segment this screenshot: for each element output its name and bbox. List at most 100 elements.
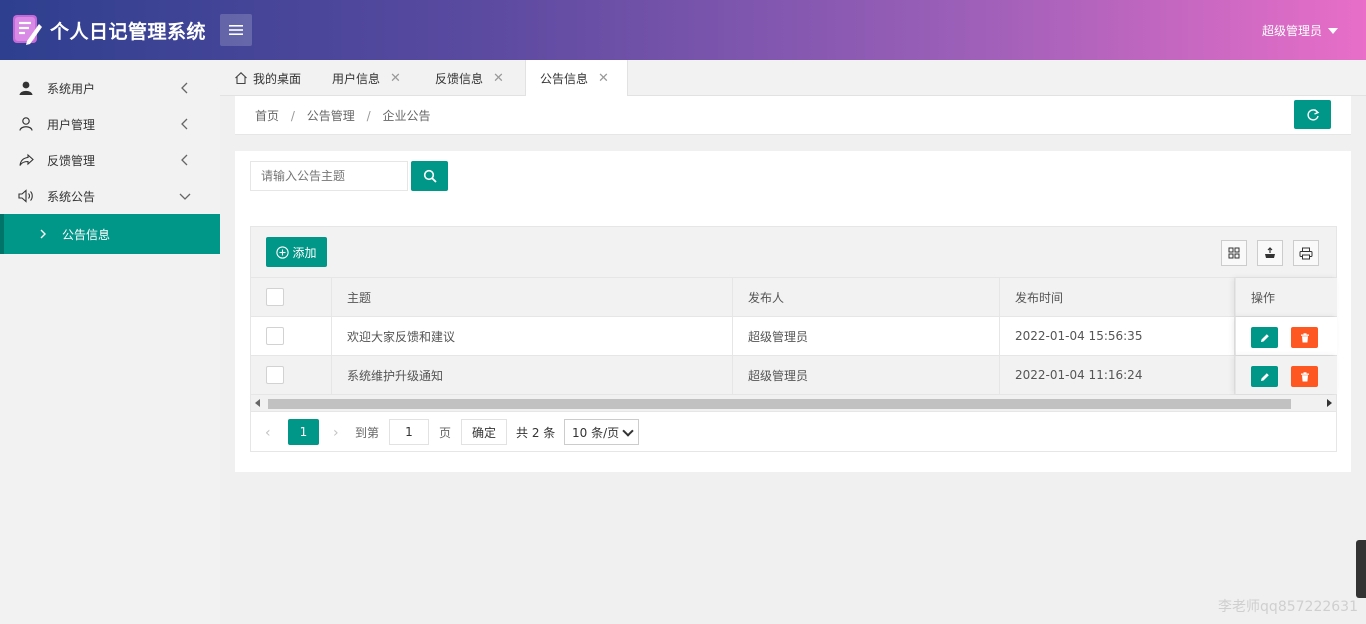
sidebar-item-system-users[interactable]: 系统用户 <box>0 70 220 106</box>
ops-cell <box>1235 356 1337 394</box>
column-header: 操作 <box>1236 278 1338 316</box>
close-icon[interactable]: ✕ <box>598 71 609 86</box>
column-header-label: 主题 <box>347 290 372 305</box>
refresh-button[interactable] <box>1294 100 1331 129</box>
trash-icon <box>1300 332 1309 342</box>
sidebar-item-user-management[interactable]: 用户管理 <box>0 106 220 142</box>
page-size-select[interactable]: 10 条/页 <box>564 419 639 445</box>
export-icon <box>1265 247 1275 258</box>
close-icon[interactable]: ✕ <box>390 71 401 86</box>
time-cell: 2022-01-04 15:56:35 <box>1000 317 1235 355</box>
prev-page-icon[interactable]: ‹ <box>265 425 271 441</box>
watermark: 李老师qq857222631 <box>1218 599 1358 615</box>
main-card: 添加 主题 发布人 发布时间 操作 欢迎大家反馈和建议 超级管理员 <box>235 151 1351 472</box>
menu-toggle-button[interactable] <box>220 14 252 46</box>
title-cell: 欢迎大家反馈和建议 <box>332 317 733 355</box>
refresh-icon <box>1306 108 1319 121</box>
search-icon <box>423 169 437 183</box>
caret-down-icon <box>1328 27 1338 34</box>
ops-cell <box>1235 317 1337 355</box>
search-input[interactable] <box>250 161 408 191</box>
publisher-cell: 超级管理员 <box>733 317 1000 355</box>
app-title: 个人日记管理系统 <box>50 21 207 43</box>
time-cell: 2022-01-04 11:16:24 <box>1000 356 1235 394</box>
chevron-down-icon <box>179 193 191 200</box>
ops-column-header: 操作 <box>1235 278 1337 316</box>
tab-my-desktop[interactable]: 我的桌面 <box>234 60 301 96</box>
sidebar-subitem-label: 公告信息 <box>62 227 111 242</box>
row-checkbox[interactable] <box>266 327 284 345</box>
search-button[interactable] <box>411 161 448 191</box>
table-row: 欢迎大家反馈和建议 超级管理员 2022-01-04 15:56:35 <box>251 317 1337 356</box>
tab-user-info[interactable]: 用户信息 ✕ <box>332 60 401 96</box>
column-header-label: 发布时间 <box>1015 290 1064 305</box>
page-current[interactable]: 1 <box>288 419 319 445</box>
export-button[interactable] <box>1257 240 1283 266</box>
scroll-left-icon[interactable] <box>255 399 261 407</box>
share-icon <box>18 152 34 168</box>
column-header-label: 操作 <box>1251 290 1276 305</box>
sidebar-item-label: 系统公告 <box>47 189 96 204</box>
tab-label: 反馈信息 <box>435 71 484 86</box>
tab-label: 公告信息 <box>540 72 589 86</box>
breadcrumb-separator: / <box>290 109 295 123</box>
user-name: 超级管理员 <box>1261 24 1322 38</box>
goto-confirm-button[interactable]: 确定 <box>461 419 507 445</box>
add-button-label: 添加 <box>292 245 317 260</box>
page-jump-input[interactable] <box>389 419 429 445</box>
total-count: 共 2 条 <box>516 426 556 440</box>
side-widget[interactable] <box>1356 540 1366 598</box>
speaker-icon <box>18 188 34 204</box>
next-page-icon[interactable]: › <box>333 425 339 441</box>
add-button[interactable]: 添加 <box>266 237 327 267</box>
print-button[interactable] <box>1293 240 1319 266</box>
breadcrumb-item[interactable]: 公告管理 <box>307 109 355 123</box>
select-all-checkbox[interactable] <box>266 288 284 306</box>
tab-feedback-info[interactable]: 反馈信息 ✕ <box>435 60 504 96</box>
page-size-value: 10 条/页 <box>572 425 620 440</box>
breadcrumb-bar: 首页 / 公告管理 / 企业公告 <box>235 96 1351 135</box>
delete-button[interactable] <box>1291 327 1318 348</box>
sidebar-item-label: 用户管理 <box>47 117 96 132</box>
sidebar-item-system-notice[interactable]: 系统公告 <box>0 178 220 214</box>
user-menu[interactable]: 超级管理员 <box>1262 22 1338 39</box>
tab-bar: 我的桌面 用户信息 ✕ 反馈信息 ✕ 公告信息 ✕ <box>220 60 1366 97</box>
row-checkbox[interactable] <box>266 366 284 384</box>
table-row: 系统维护升级通知 超级管理员 2022-01-04 11:16:24 <box>251 356 1337 395</box>
scroll-right-icon[interactable] <box>1326 399 1332 407</box>
table-header: 主题 发布人 发布时间 操作 <box>251 278 1337 317</box>
data-table: 添加 主题 发布人 发布时间 操作 欢迎大家反馈和建议 超级管理员 2022-0… <box>250 226 1337 452</box>
table-toolbar: 添加 <box>251 227 1336 278</box>
breadcrumb: 首页 / 公告管理 / 企业公告 <box>255 107 430 124</box>
tab-label: 用户信息 <box>332 71 381 86</box>
columns-icon <box>1228 247 1240 259</box>
chevron-left-icon <box>181 154 188 166</box>
home-icon <box>235 72 247 85</box>
header-select-cell <box>251 278 332 316</box>
column-header: 发布时间 <box>1000 278 1235 316</box>
horizontal-scrollbar[interactable] <box>251 395 1336 412</box>
close-icon[interactable]: ✕ <box>493 71 504 86</box>
sidebar-item-feedback-management[interactable]: 反馈管理 <box>0 142 220 178</box>
sidebar-subitem-notice-info[interactable]: 公告信息 <box>0 214 220 254</box>
breadcrumb-item[interactable]: 首页 <box>255 109 279 123</box>
edit-button[interactable] <box>1251 327 1278 348</box>
select-cell <box>251 317 332 355</box>
edit-button[interactable] <box>1251 366 1278 387</box>
user-filled-icon <box>18 80 34 96</box>
breadcrumb-separator: / <box>366 109 371 123</box>
column-header: 发布人 <box>733 278 1000 316</box>
column-filter-button[interactable] <box>1221 240 1247 266</box>
hamburger-icon <box>229 25 243 35</box>
delete-button[interactable] <box>1291 366 1318 387</box>
chevron-left-icon <box>181 118 188 130</box>
scroll-thumb[interactable] <box>268 399 1291 409</box>
sidebar-item-label: 反馈管理 <box>47 153 96 168</box>
plus-circle-icon <box>276 245 290 259</box>
publisher-cell: 超级管理员 <box>733 356 1000 394</box>
sidebar-item-label: 系统用户 <box>47 81 96 96</box>
column-header: 主题 <box>332 278 733 316</box>
page-unit-label: 页 <box>439 426 452 440</box>
tab-notice-info[interactable]: 公告信息 ✕ <box>525 60 628 97</box>
tab-label: 我的桌面 <box>253 71 302 86</box>
